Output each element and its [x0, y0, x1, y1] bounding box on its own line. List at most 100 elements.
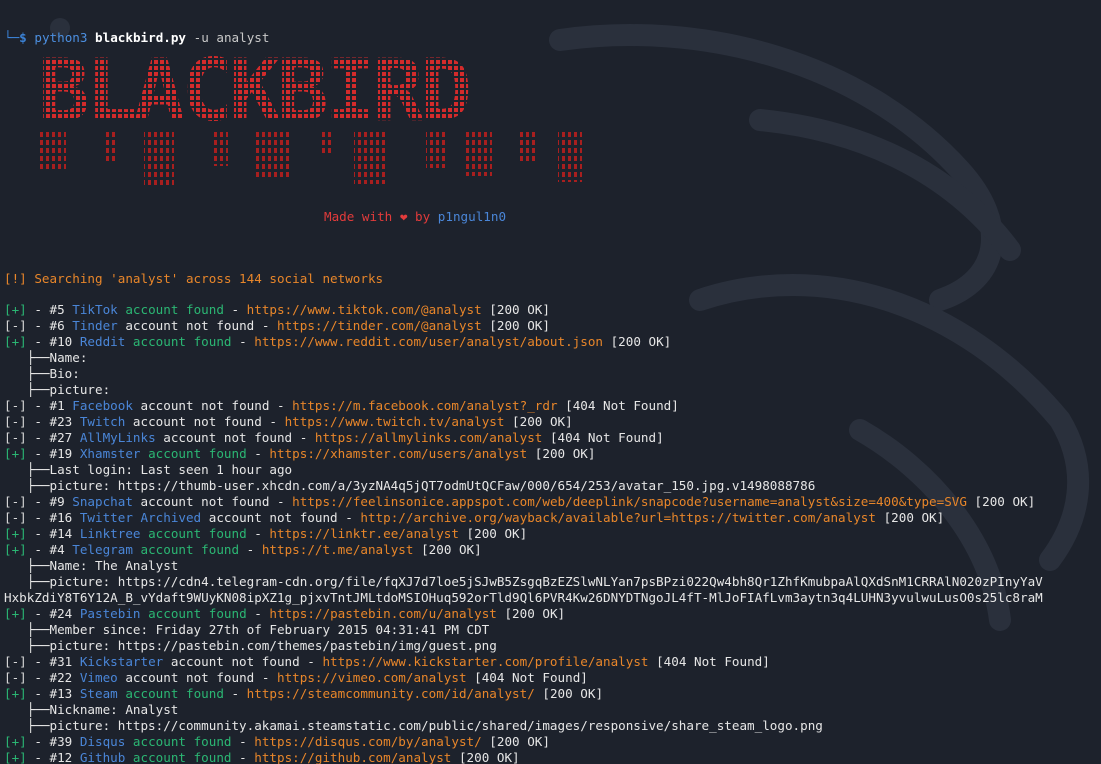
http-status: [200 OK]: [481, 318, 550, 333]
detail-text: ├──Last login: Last seen 1 hour ago: [4, 462, 293, 477]
detail-text: ├──Member since: Friday 27th of February…: [4, 622, 490, 637]
result-number: - #6: [26, 318, 73, 333]
http-status: [404 Not Found]: [542, 430, 664, 445]
result-status: account not found: [125, 414, 262, 429]
result-line: [+] - #24 Pastebin account found - https…: [4, 606, 1101, 622]
separator: -: [231, 334, 255, 349]
http-status: [200 OK]: [481, 734, 550, 749]
credits-by: by: [415, 209, 431, 224]
prompt-corner: └─: [4, 30, 20, 45]
result-number: - #19: [26, 446, 80, 461]
result-url-link[interactable]: https://linktr.ee/analyst: [269, 526, 459, 541]
result-line: [-] - #22 Vimeo account not found - http…: [4, 670, 1101, 686]
detail-text: ├──picture:: [4, 382, 111, 397]
detail-text: ├──Bio:: [4, 366, 80, 381]
result-line: [+] - #13 Steam account found - https://…: [4, 686, 1101, 702]
result-status: account found: [140, 446, 247, 461]
result-url-link[interactable]: http://archive.org/wayback/available?url…: [360, 510, 876, 525]
result-url-link[interactable]: https://github.com/analyst: [254, 750, 451, 764]
results-output: [!] Searching 'analyst' across 144 socia…: [4, 241, 1101, 764]
result-url-link[interactable]: https://tinder.com/@analyst: [277, 318, 482, 333]
detail-line: ├──Last login: Last seen 1 hour ago: [4, 462, 1101, 478]
detail-text: ├──Name: The Analyst: [4, 558, 179, 573]
result-url-link[interactable]: https://www.twitch.tv/analyst: [285, 414, 505, 429]
result-url-link[interactable]: https://feelinsonice.appspot.com/web/dee…: [292, 494, 967, 509]
detail-line: ├──picture: https://community.akamai.ste…: [4, 718, 1101, 734]
result-number: - #9: [26, 494, 73, 509]
site-name: Tinder: [72, 318, 118, 333]
result-url-link[interactable]: https://www.reddit.com/user/analyst/abou…: [254, 334, 603, 349]
result-url-link[interactable]: https://allmylinks.com/analyst: [315, 430, 542, 445]
result-url-link[interactable]: https://pastebin.com/u/analyst: [269, 606, 496, 621]
searching-line: [!] Searching 'analyst' across 144 socia…: [4, 271, 384, 286]
site-name: Telegram: [72, 542, 133, 557]
detail-text: ├──picture: https://cdn4.telegram-cdn.or…: [4, 574, 1043, 589]
result-marker: [+]: [4, 750, 27, 764]
result-status: account not found: [201, 510, 338, 525]
result-marker: [-]: [4, 414, 27, 429]
result-url-link[interactable]: https://www.tiktok.com/@analyst: [247, 302, 482, 317]
detail-line: ├──picture: https://thumb-user.xhcdn.com…: [4, 478, 1101, 494]
result-number: - #23: [26, 414, 80, 429]
result-url-link[interactable]: https://t.me/analyst: [262, 542, 414, 557]
result-status: account not found: [155, 430, 293, 445]
blackbird-banner-logo: BLACKBIRD: [38, 41, 582, 188]
result-status: account found: [140, 526, 247, 541]
result-line: [+] - #39 Disqus account found - https:/…: [4, 734, 1101, 750]
detail-line: ├──picture: https://cdn4.telegram-cdn.or…: [4, 574, 1101, 590]
http-status: [404 Not Found]: [466, 670, 588, 685]
result-status: account found: [125, 734, 232, 749]
result-url-link[interactable]: https://m.facebook.com/analyst?_rdr: [292, 398, 557, 413]
result-line: [-] - #16 Twitter Archived account not f…: [4, 510, 1101, 526]
result-url-link[interactable]: https://steamcommunity.com/id/analyst/: [247, 686, 535, 701]
detail-line: ├──picture:: [4, 382, 1101, 398]
result-line: [+] - #5 TikTok account found - https://…: [4, 302, 1101, 318]
separator: -: [246, 526, 270, 541]
result-status: account not found: [163, 654, 300, 669]
http-status: [200 OK]: [875, 510, 945, 525]
detail-text: ├──Name:: [4, 350, 88, 365]
site-name: Kickstarter: [79, 654, 164, 669]
result-status: account found: [132, 542, 240, 557]
http-status: [200 OK]: [496, 606, 566, 621]
result-number: - #22: [26, 670, 80, 685]
detail-line: ├──picture: https://pastebin.com/themes/…: [4, 638, 1101, 654]
result-status: account not found: [132, 398, 270, 413]
result-number: - #1: [26, 398, 73, 413]
result-line: [-] - #31 Kickstarter account not found …: [4, 654, 1101, 670]
result-url-link[interactable]: https://www.kickstarter.com/profile/anal…: [322, 654, 648, 669]
result-marker: [+]: [4, 686, 27, 701]
site-name: Snapchat: [72, 494, 133, 509]
site-name: Github: [79, 750, 126, 764]
result-number: - #4: [26, 542, 73, 557]
site-name: Vimeo: [79, 670, 118, 685]
result-line: [+] - #10 Reddit account found - https:/…: [4, 334, 1101, 350]
credits-line: Made with ❤ by p1ngul1n0: [324, 209, 506, 224]
result-marker: [+]: [4, 446, 27, 461]
separator: -: [269, 494, 293, 509]
detail-line: HxbkZdiY8T6Y12A_B_vYdaft9WUyKN08ipXZ1g_p…: [4, 590, 1101, 606]
http-status: [200 OK]: [451, 750, 520, 764]
result-url-link[interactable]: https://xhamster.com/users/analyst: [269, 446, 527, 461]
result-number: - #13: [26, 686, 80, 701]
separator: -: [292, 430, 315, 445]
result-url-link[interactable]: https://vimeo.com/analyst: [277, 670, 467, 685]
separator: -: [254, 670, 277, 685]
site-name: TikTok: [72, 302, 118, 317]
result-marker: [-]: [4, 510, 27, 525]
result-marker: [-]: [4, 318, 27, 333]
result-number: - #5: [26, 302, 73, 317]
result-marker: [-]: [4, 494, 27, 509]
result-marker: [+]: [4, 302, 27, 317]
http-status: [200 OK]: [458, 526, 528, 541]
result-marker: [+]: [4, 542, 27, 557]
result-url-link[interactable]: https://disqus.com/by/analyst/: [254, 734, 481, 749]
separator: -: [223, 686, 247, 701]
result-line: [+] - #4 Telegram account found - https:…: [4, 542, 1101, 558]
site-name: Linktree: [79, 526, 141, 541]
site-name: Reddit: [79, 334, 126, 349]
result-number: - #16: [26, 510, 80, 525]
svg-text:BLACKBIRD: BLACKBIRD: [38, 41, 468, 141]
http-status: [200 OK]: [966, 494, 1036, 509]
http-status: [200 OK]: [527, 446, 596, 461]
